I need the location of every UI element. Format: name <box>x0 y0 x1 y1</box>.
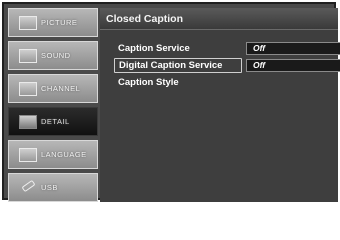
sidebar-item-label: USB <box>41 183 58 192</box>
setting-value-field[interactable]: Off <box>246 59 340 72</box>
setting-row-caption-service[interactable]: Caption Service Off <box>114 40 340 57</box>
sidebar-item-label: LANGUAGE <box>41 150 87 159</box>
channel-icon <box>19 81 37 96</box>
sidebar-item-sound[interactable]: SOUND <box>8 41 98 70</box>
sidebar-item-language[interactable]: LANGUAGE <box>8 140 98 169</box>
sidebar-item-picture[interactable]: PICTURE <box>8 8 98 37</box>
sidebar-menu: PICTURE SOUND CHANNEL DETAIL LANGUAGE US… <box>8 8 98 206</box>
sidebar-item-channel[interactable]: CHANNEL <box>8 74 98 103</box>
detail-icon <box>19 114 37 129</box>
language-icon <box>19 147 37 162</box>
setting-label: Caption Service <box>118 43 190 54</box>
sidebar-item-label: PICTURE <box>41 18 78 27</box>
setting-row-digital-caption-service[interactable]: Digital Caption Service Off <box>114 57 340 74</box>
picture-icon <box>19 15 37 30</box>
setting-label: Caption Style <box>118 77 179 88</box>
settings-panel: Closed Caption Caption Service Off Digit… <box>100 8 340 202</box>
setting-row-caption-style[interactable]: Caption Style <box>114 74 334 91</box>
panel-title: Closed Caption <box>100 8 338 30</box>
sidebar-item-label: DETAIL <box>41 117 70 126</box>
setting-label: Digital Caption Service <box>114 58 242 73</box>
sidebar-item-label: CHANNEL <box>41 84 81 93</box>
setting-value-field[interactable]: Off <box>246 42 340 55</box>
tv-menu-screen: PICTURE SOUND CHANNEL DETAIL LANGUAGE US… <box>2 2 340 202</box>
sidebar-item-detail[interactable]: DETAIL <box>8 107 98 136</box>
settings-list: Caption Service Off Digital Caption Serv… <box>114 40 340 91</box>
sidebar-item-label: SOUND <box>41 51 71 60</box>
usb-icon <box>19 181 37 195</box>
sound-icon <box>19 48 37 63</box>
sidebar-item-usb[interactable]: USB <box>8 173 98 202</box>
